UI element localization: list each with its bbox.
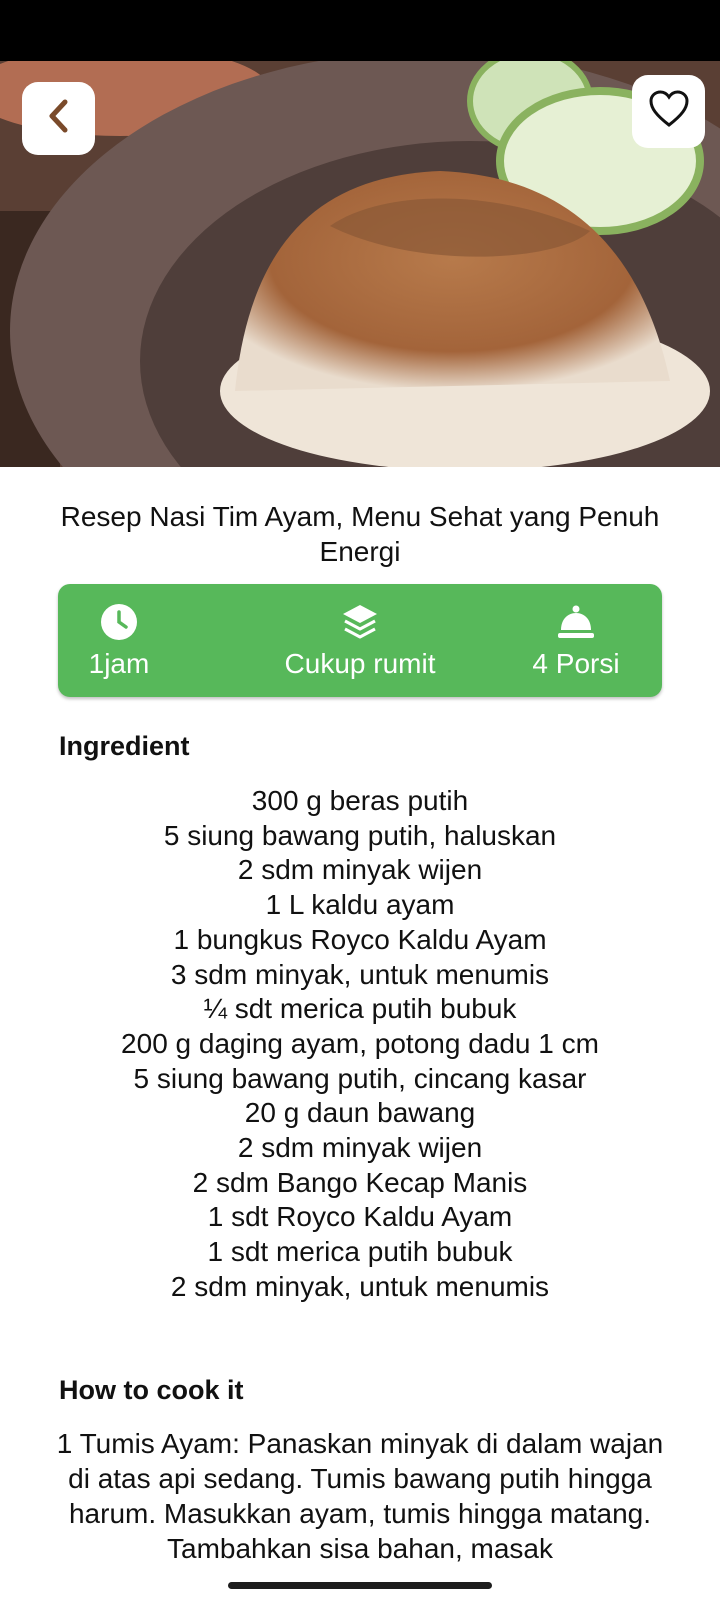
ingredients-heading: Ingredient: [59, 731, 190, 761]
steps-text: 1 Tumis Ayam: Panaskan minyak di dalam w…: [56, 1428, 664, 1564]
clock-icon: [100, 602, 138, 642]
layers-icon: [341, 602, 379, 642]
ingredient-item: 200 g daging ayam, potong dadu 1 cm: [121, 1027, 599, 1059]
ingredient-item: 2 sdm Bango Kecap Manis: [192, 1166, 528, 1198]
ingredient-item: 5 siung bawang putih, haluskan: [163, 819, 557, 851]
chevron-left-icon: [44, 98, 74, 139]
servings-info: 4 Porsi: [526, 584, 626, 697]
serving-cloche-icon: [556, 602, 596, 642]
ingredients-list: 300 g beras putih 5 siung bawang putih, …: [40, 784, 680, 1305]
ingredient-item: 2 sdm minyak wijen: [237, 854, 483, 886]
servings-label: 4 Porsi: [532, 648, 620, 679]
ingredient-item: 2 sdm minyak wijen: [237, 1132, 483, 1164]
ingredient-item: 20 g daun bawang: [244, 1097, 476, 1129]
ingredient-item: 2 sdm minyak, untuk menumis: [170, 1270, 550, 1302]
heart-outline-icon: [648, 90, 690, 133]
recipe-title: Resep Nasi Tim Ayam, Menu Sehat yang Pen…: [60, 501, 660, 567]
back-button[interactable]: [22, 82, 95, 155]
ingredient-item: 300 g beras putih: [251, 785, 469, 816]
status-bar: [0, 0, 720, 61]
ingredient-item: 3 sdm minyak, untuk menumis: [170, 958, 550, 990]
difficulty-label: Cukup rumit: [284, 648, 436, 679]
duration-label: 1jam: [88, 648, 150, 679]
ingredient-item: 1 L kaldu ayam: [265, 889, 455, 921]
ingredient-item: 1 bungkus Royco Kaldu Ayam: [173, 923, 547, 955]
duration-info: 1jam: [78, 584, 160, 697]
ingredient-item: ¼ sdt merica putih bubuk: [203, 993, 517, 1025]
ingredient-item: 1 sdt merica putih bubuk: [207, 1236, 513, 1268]
ingredient-item: 5 siung bawang putih, cincang kasar: [133, 1062, 587, 1094]
recipe-info-card: 1jam Cukup rumit 4 Porsi: [58, 584, 662, 697]
difficulty-info: Cukup rumit: [270, 584, 450, 697]
home-indicator[interactable]: [228, 1582, 492, 1589]
favorite-button[interactable]: [632, 75, 705, 148]
recipe-hero-image: [0, 61, 720, 467]
steps-heading: How to cook it: [59, 1375, 244, 1405]
ingredient-item: 1 sdt Royco Kaldu Ayam: [207, 1201, 513, 1233]
